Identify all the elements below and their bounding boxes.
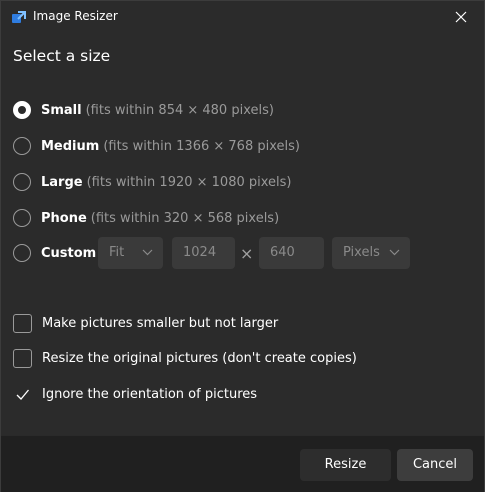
unit-value: Pixels bbox=[343, 245, 380, 260]
close-icon bbox=[455, 11, 467, 23]
chevron-down-icon bbox=[389, 249, 400, 256]
radio-button-custom[interactable] bbox=[13, 244, 31, 262]
radio-button-phone[interactable] bbox=[13, 209, 31, 227]
dialog-footer: Resize Cancel bbox=[1, 435, 484, 492]
radio-button-large[interactable] bbox=[13, 173, 31, 191]
checkbox-label: Ignore the orientation of pictures bbox=[42, 386, 258, 402]
size-option-custom[interactable]: Custom bbox=[13, 242, 96, 264]
height-input[interactable]: 640 bbox=[259, 237, 324, 269]
checkbox-ignore-orientation[interactable] bbox=[13, 385, 32, 404]
size-name: Custom bbox=[41, 245, 97, 261]
size-option-medium[interactable]: Medium (fits within 1366 × 768 pixels) bbox=[13, 135, 300, 157]
size-option-small[interactable]: Small (fits within 854 × 480 pixels) bbox=[13, 99, 274, 121]
checkbox-replace-originals[interactable] bbox=[13, 348, 32, 368]
width-input[interactable]: 1024 bbox=[172, 237, 235, 269]
fit-mode-value: Fit bbox=[109, 245, 125, 260]
size-name: Large bbox=[41, 174, 83, 190]
window-title: Image Resizer bbox=[33, 9, 118, 23]
size-description: (fits within 320 × 568 pixels) bbox=[90, 210, 280, 226]
radio-button-small[interactable] bbox=[13, 101, 31, 119]
option-ignore-orientation[interactable]: Ignore the orientation of pictures bbox=[13, 383, 257, 405]
size-option-label: Phone (fits within 320 × 568 pixels) bbox=[41, 211, 279, 226]
cancel-button[interactable]: Cancel bbox=[397, 449, 473, 481]
section-heading: Select a size bbox=[13, 47, 111, 65]
image-resizer-window: Image Resizer Select a size Small (fits w… bbox=[0, 0, 485, 492]
close-button[interactable] bbox=[438, 1, 484, 33]
size-option-label: Custom bbox=[41, 246, 96, 261]
size-option-label: Large (fits within 1920 × 1080 pixels) bbox=[41, 175, 292, 190]
option-replace-originals[interactable]: Resize the original pictures (don't crea… bbox=[13, 347, 357, 369]
checkbox-shrink-only[interactable] bbox=[13, 313, 32, 333]
size-description: (fits within 1366 × 768 pixels) bbox=[103, 138, 300, 154]
resize-button[interactable]: Resize bbox=[300, 449, 391, 481]
size-name: Small bbox=[41, 102, 82, 118]
image-resizer-icon bbox=[12, 10, 26, 24]
height-value: 640 bbox=[270, 245, 295, 260]
checkbox-label: Make pictures smaller but not larger bbox=[42, 315, 279, 331]
size-option-phone[interactable]: Phone (fits within 320 × 568 pixels) bbox=[13, 207, 279, 229]
size-option-label: Small (fits within 854 × 480 pixels) bbox=[41, 103, 274, 118]
dimension-separator: × bbox=[240, 244, 254, 263]
size-option-large[interactable]: Large (fits within 1920 × 1080 pixels) bbox=[13, 171, 292, 193]
size-name: Medium bbox=[41, 138, 100, 154]
unit-dropdown[interactable]: Pixels bbox=[332, 237, 410, 269]
size-option-label: Medium (fits within 1366 × 768 pixels) bbox=[41, 139, 300, 154]
chevron-down-icon bbox=[142, 249, 153, 256]
fit-mode-dropdown[interactable]: Fit bbox=[98, 237, 163, 269]
checkmark-icon bbox=[16, 389, 29, 400]
size-description: (fits within 854 × 480 pixels) bbox=[85, 102, 274, 118]
size-description: (fits within 1920 × 1080 pixels) bbox=[86, 174, 292, 190]
width-value: 1024 bbox=[183, 245, 217, 260]
checkbox-label: Resize the original pictures (don't crea… bbox=[42, 350, 357, 366]
size-name: Phone bbox=[41, 210, 87, 226]
title-bar: Image Resizer bbox=[1, 1, 484, 33]
radio-button-medium[interactable] bbox=[13, 137, 31, 155]
option-shrink-only[interactable]: Make pictures smaller but not larger bbox=[13, 312, 278, 334]
